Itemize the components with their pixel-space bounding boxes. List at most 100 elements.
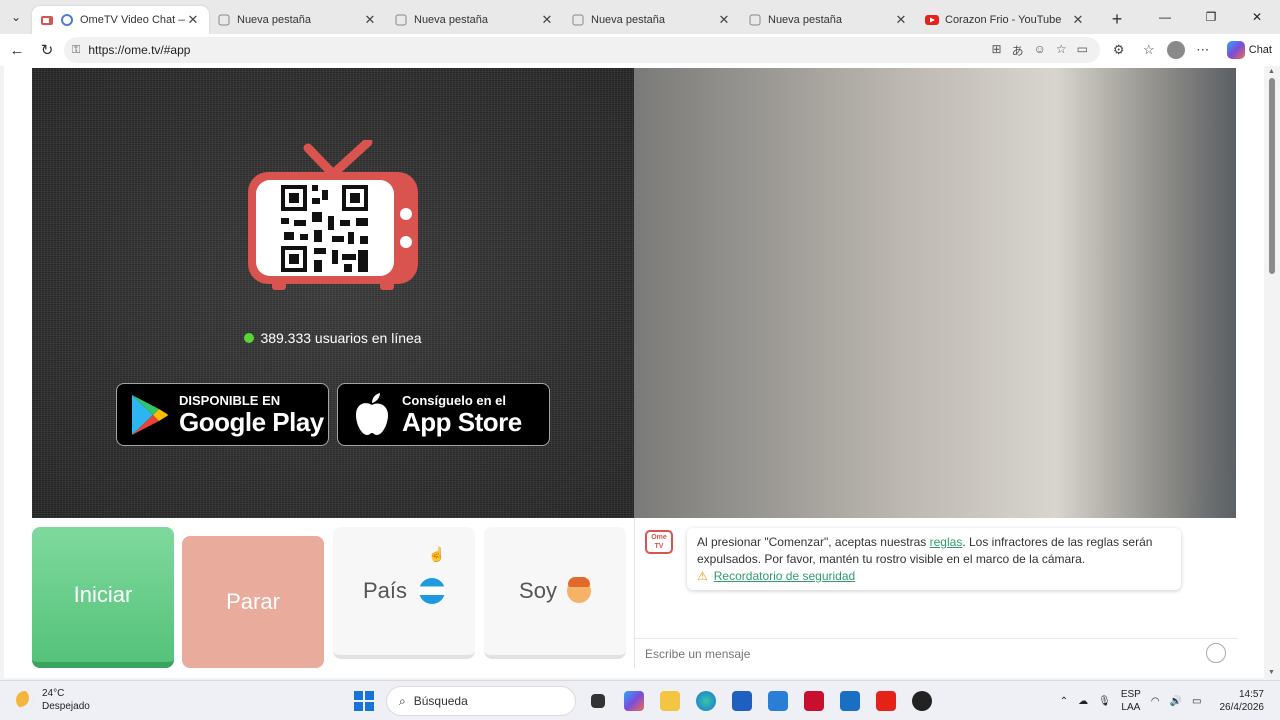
taskbar-search[interactable]: ⌕ Búsqueda bbox=[386, 686, 576, 716]
logo-text-top: Ome bbox=[651, 534, 667, 541]
moon-icon bbox=[16, 691, 34, 709]
mcafee-icon[interactable] bbox=[800, 687, 828, 715]
favorite-star-icon[interactable]: ☆ bbox=[1056, 42, 1067, 59]
close-tab-icon[interactable]: ✕ bbox=[716, 12, 732, 28]
lang-bottom: LAA bbox=[1121, 702, 1141, 713]
apple-icon bbox=[356, 392, 388, 435]
scrollbar-thumb[interactable] bbox=[1269, 78, 1275, 274]
site-info-icon[interactable]: ⚿ bbox=[72, 44, 80, 57]
scroll-up-icon[interactable]: ▲ bbox=[1268, 68, 1275, 75]
gender-select-button[interactable]: Soy bbox=[484, 527, 626, 659]
tab-new-1[interactable]: Nueva pestaña ✕ bbox=[209, 6, 386, 34]
app-store-badge[interactable]: Consíguelo en el App Store bbox=[337, 383, 550, 446]
apps-icon[interactable]: ⊞ bbox=[992, 42, 1002, 59]
country-filter-button[interactable]: País bbox=[333, 527, 475, 659]
back-icon[interactable]: ← bbox=[2, 35, 32, 65]
page-scrollbar[interactable]: ▲ ▼ bbox=[1264, 66, 1280, 678]
weather-widget[interactable]: 24°C Despejado bbox=[16, 687, 90, 713]
start-button[interactable]: Iniciar bbox=[32, 527, 174, 668]
close-window-icon[interactable]: ✕ bbox=[1234, 0, 1280, 34]
safety-reminder-link[interactable]: Recordatorio de seguridad bbox=[714, 569, 855, 583]
vscode-icon[interactable] bbox=[764, 687, 792, 715]
input-language[interactable]: ESP LAA bbox=[1121, 688, 1141, 714]
search-label: Búsqueda bbox=[413, 694, 468, 708]
temperature: 24°C bbox=[42, 688, 65, 699]
tab-new-2[interactable]: Nueva pestaña ✕ bbox=[386, 6, 563, 34]
ometv-tv-logo-icon bbox=[248, 140, 418, 290]
profile-avatar[interactable] bbox=[1166, 41, 1185, 59]
task-view-icon[interactable] bbox=[584, 687, 612, 715]
scroll-down-icon[interactable]: ▼ bbox=[1268, 669, 1275, 676]
tab-title: OmeTV Video Chat — Ome bbox=[80, 14, 185, 26]
stop-button[interactable]: Parar bbox=[182, 536, 324, 668]
emoji-icon[interactable] bbox=[1206, 643, 1226, 663]
close-tab-icon[interactable]: ✕ bbox=[893, 12, 909, 28]
online-users-count: 389.333 usuarios en línea bbox=[32, 330, 634, 346]
onedrive-icon[interactable]: ☁ bbox=[1078, 696, 1088, 707]
window-controls: — ❐ ✕ bbox=[1142, 0, 1280, 34]
volume-icon[interactable]: 🔊 bbox=[1170, 696, 1182, 707]
taskbar-apps: ⌕ Búsqueda bbox=[350, 685, 936, 717]
show-hidden-icons[interactable]: ⌃ bbox=[1060, 696, 1068, 707]
close-tab-icon[interactable]: ✕ bbox=[362, 12, 378, 28]
close-tab-icon[interactable]: ✕ bbox=[185, 12, 201, 28]
tab-title: Nueva pestaña bbox=[768, 14, 842, 26]
edge-browser-icon[interactable] bbox=[692, 687, 720, 715]
copilot-chat-button[interactable]: Chat bbox=[1226, 41, 1272, 59]
restore-icon[interactable]: ❐ bbox=[1188, 0, 1234, 34]
page-icon bbox=[748, 13, 762, 27]
translate-icon[interactable]: あ bbox=[1012, 42, 1024, 59]
more-menu-icon[interactable]: ⋯ bbox=[1191, 42, 1215, 58]
start-label: Iniciar bbox=[73, 581, 133, 607]
warning-icon: ⚠ bbox=[697, 569, 708, 583]
logo-text-bottom: TV bbox=[654, 543, 664, 550]
notice-text-before: Al presionar "Comenzar", aceptas nuestra… bbox=[697, 535, 930, 549]
rules-link[interactable]: reglas bbox=[930, 535, 963, 549]
tab-new-3[interactable]: Nueva pestaña ✕ bbox=[563, 6, 740, 34]
address-bar[interactable]: ⚿ https://ome.tv/#app ⊞ あ ☺ ☆ ▭ bbox=[64, 37, 1100, 63]
tab-title: Nueva pestaña bbox=[591, 14, 665, 26]
date: 26/4/2026 bbox=[1219, 702, 1265, 713]
country-label: País bbox=[362, 578, 408, 603]
google-play-badge[interactable]: DISPONIBLE EN Google Play bbox=[116, 383, 329, 446]
google-play-big-text: Google Play bbox=[179, 406, 324, 437]
tab-actions-menu-button[interactable]: ⌄ bbox=[0, 0, 32, 34]
battery-icon[interactable]: ▭ bbox=[1192, 696, 1201, 707]
url-text: https://ome.tv/#app bbox=[88, 43, 191, 57]
online-users-text: 389.333 usuarios en línea bbox=[260, 330, 422, 346]
copilot-app-icon[interactable] bbox=[620, 687, 648, 715]
close-tab-icon[interactable]: ✕ bbox=[539, 12, 555, 28]
online-status-dot bbox=[244, 333, 255, 343]
youtube-app-icon[interactable] bbox=[872, 687, 900, 715]
hand-cursor-icon: ☝ bbox=[428, 546, 446, 562]
chat-label: Chat bbox=[1248, 44, 1272, 56]
tab-youtube[interactable]: Corazon Frio - YouTube ✕ bbox=[917, 6, 1094, 34]
store-icon[interactable] bbox=[728, 687, 756, 715]
tab-title: Nueva pestaña bbox=[414, 14, 488, 26]
page-icon bbox=[394, 13, 408, 27]
microphone-icon[interactable]: 🎙 bbox=[1098, 696, 1111, 707]
youtube-icon bbox=[925, 13, 939, 27]
refresh-icon[interactable]: ↻ bbox=[32, 35, 62, 65]
wifi-icon[interactable]: ◠ bbox=[1151, 696, 1160, 707]
tab-title: Corazon Frio - YouTube bbox=[945, 14, 1062, 26]
country-flag-icon bbox=[419, 578, 446, 604]
camera-icon[interactable]: ▭ bbox=[1077, 42, 1088, 59]
start-menu-icon[interactable] bbox=[350, 687, 378, 715]
tab-new-4[interactable]: Nueva pestaña ✕ bbox=[740, 6, 917, 34]
extension-icon[interactable]: ☺ bbox=[1034, 42, 1046, 59]
file-explorer-icon[interactable] bbox=[656, 687, 684, 715]
message-input[interactable] bbox=[635, 638, 1237, 668]
extensions-icon[interactable]: ⚙ bbox=[1107, 42, 1131, 58]
system-tray: ⌃ ☁ 🎙 ESP LAA ◠ 🔊 ▭ 14:57 26/4/2026 bbox=[1060, 685, 1264, 717]
address-bar-actions: ⊞ あ ☺ ☆ ▭ bbox=[992, 42, 1088, 59]
game-app-icon[interactable] bbox=[908, 687, 936, 715]
weather-condition: Despejado bbox=[42, 701, 90, 712]
new-tab-button[interactable]: + bbox=[1102, 9, 1132, 30]
outlook-icon[interactable] bbox=[836, 687, 864, 715]
favorites-icon[interactable]: ☆ bbox=[1137, 42, 1161, 58]
close-tab-icon[interactable]: ✕ bbox=[1070, 12, 1086, 28]
minimize-icon[interactable]: — bbox=[1142, 0, 1188, 34]
clock[interactable]: 14:57 26/4/2026 bbox=[1220, 688, 1265, 714]
tab-ometv[interactable]: OmeTV Video Chat — Ome ✕ bbox=[32, 6, 209, 34]
